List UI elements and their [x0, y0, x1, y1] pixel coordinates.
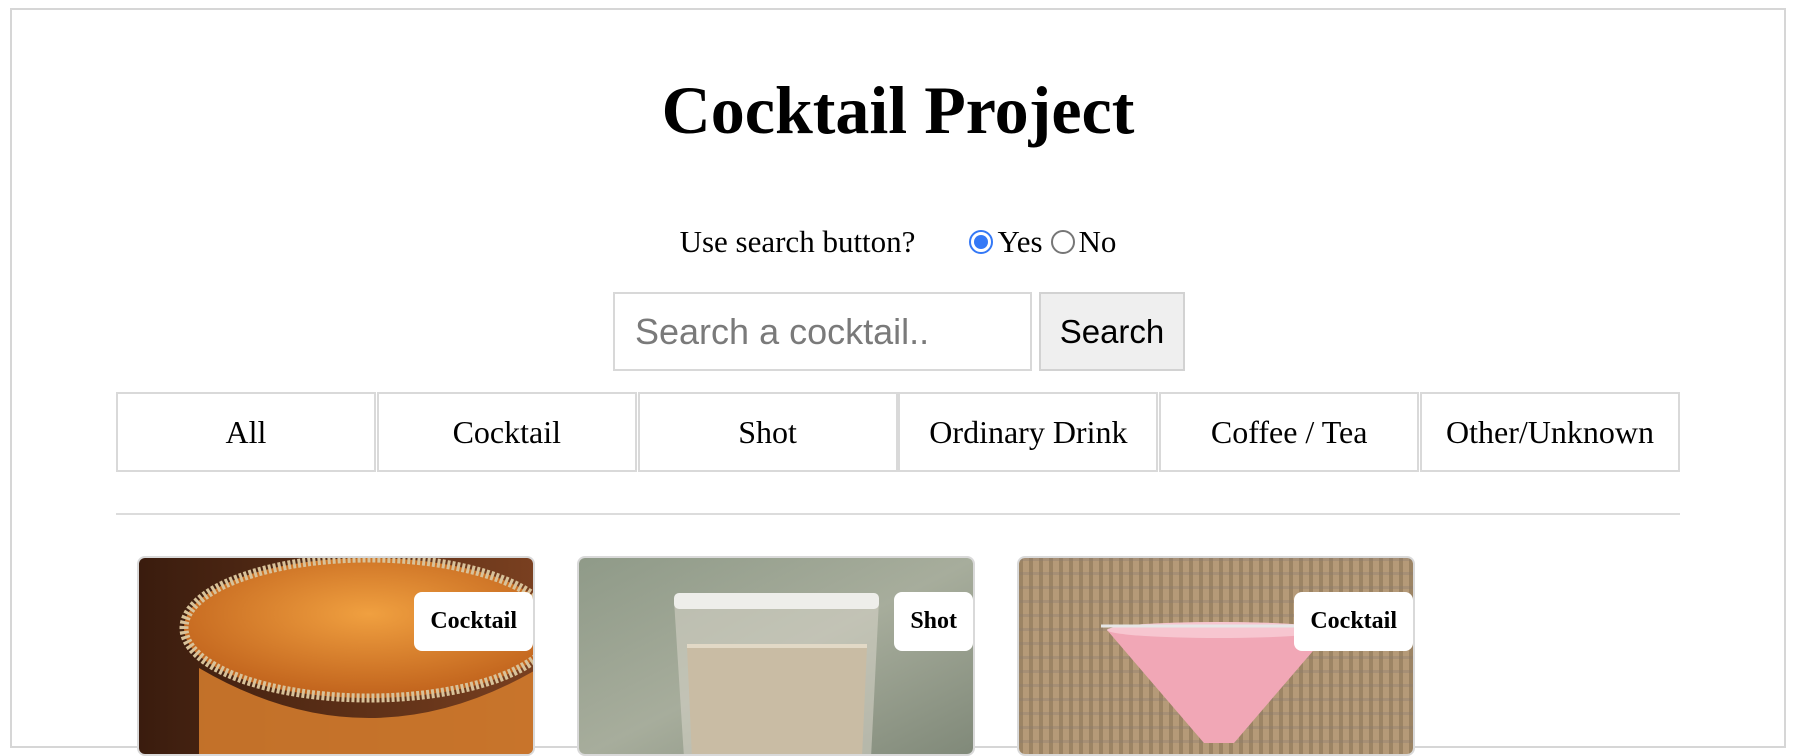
search-mode-group: Use search button? Yes No — [0, 222, 1796, 262]
search-button[interactable]: Search — [1039, 292, 1185, 371]
cocktail-image — [139, 558, 533, 754]
radio-option-yes[interactable]: Yes — [969, 222, 1043, 262]
search-input[interactable] — [615, 294, 1100, 369]
category-badge: Cocktail — [414, 592, 533, 651]
tab-all[interactable]: All — [116, 392, 376, 472]
search-mode-question: Use search button? — [679, 224, 916, 259]
tab-cocktail[interactable]: Cocktail — [376, 392, 637, 472]
cocktail-card-list: Cocktail Shot Cocktail — [137, 556, 1457, 756]
tab-ordinary-drink[interactable]: Ordinary Drink — [898, 392, 1159, 472]
cocktail-card[interactable]: Cocktail — [137, 556, 535, 756]
page-title: Cocktail Project — [661, 72, 1135, 148]
radio-no[interactable] — [1050, 230, 1075, 254]
cocktail-card[interactable]: Shot — [577, 556, 975, 756]
radio-yes[interactable] — [969, 230, 994, 254]
tab-other-unknown[interactable]: Other/Unknown — [1419, 392, 1680, 472]
divider — [116, 513, 1680, 515]
tab-shot[interactable]: Shot — [637, 392, 898, 472]
tab-coffee-tea[interactable]: Coffee / Tea — [1159, 392, 1420, 472]
cocktail-card[interactable]: Cocktail — [1017, 556, 1415, 756]
radio-option-no[interactable]: No — [1050, 222, 1117, 262]
cocktail-image — [579, 558, 973, 754]
cocktail-image — [1019, 558, 1413, 754]
category-tabs: All Cocktail Shot Ordinary Drink Coffee … — [116, 392, 1680, 472]
search-box: ✕ — [613, 292, 1129, 371]
radio-yes-label: Yes — [997, 224, 1043, 259]
category-badge: Shot — [894, 592, 973, 651]
category-badge: Cocktail — [1294, 592, 1413, 651]
radio-no-label: No — [1078, 224, 1117, 259]
